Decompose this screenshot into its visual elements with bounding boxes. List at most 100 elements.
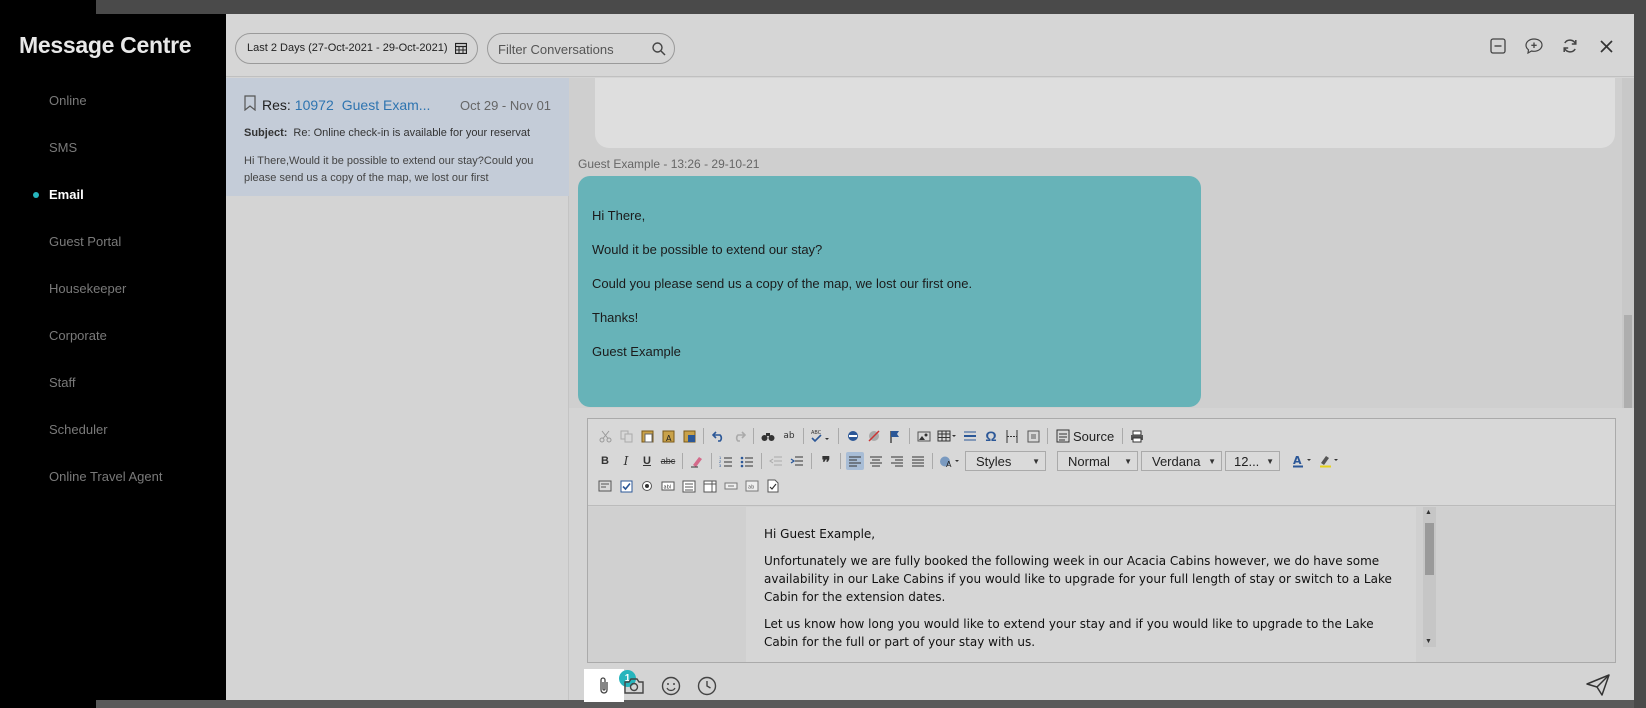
paste-text-icon[interactable]: A (659, 427, 677, 445)
svg-text:abl: abl (664, 485, 672, 491)
table-icon[interactable] (936, 427, 958, 445)
radio-icon[interactable] (638, 477, 656, 495)
scroll-up-icon[interactable]: ▲ (1425, 509, 1432, 516)
copy-icon[interactable] (617, 427, 635, 445)
refresh-icon[interactable] (1560, 36, 1580, 56)
button-field-icon[interactable] (722, 477, 740, 495)
reply-composer: A ab ABC Ω Source B I U abc 1 2 3 ❞ A St… (569, 408, 1634, 702)
italic-icon[interactable]: I (617, 452, 635, 470)
checkbox-icon[interactable] (617, 477, 635, 495)
format-dropdown[interactable]: Normal ▼ (1057, 451, 1138, 471)
horizontal-rule-icon[interactable] (961, 427, 979, 445)
conversation-item[interactable]: Res: 10972 Guest Exam... Oct 29 - Nov 01 S… (226, 78, 569, 196)
select-field-icon[interactable] (701, 477, 719, 495)
scrollbar-thumb[interactable] (1624, 315, 1632, 408)
unlink-icon[interactable] (865, 427, 883, 445)
search-input[interactable] (498, 40, 648, 58)
spellcheck-icon[interactable]: ABC (809, 427, 833, 445)
sidebar-item-online[interactable]: Online (0, 86, 226, 133)
underline-icon[interactable]: U (638, 452, 656, 470)
font-size-dropdown[interactable]: 12... ▼ (1225, 451, 1280, 471)
sidebar-item-sms[interactable]: SMS (0, 133, 226, 180)
sidebar-item-housekeeper[interactable]: Housekeeper (0, 274, 226, 321)
schedule-clock-icon[interactable] (696, 675, 718, 697)
sidebar-item-label: Housekeeper (49, 281, 127, 296)
toolbar-separator (838, 428, 839, 444)
send-icon[interactable] (1586, 674, 1610, 699)
message-sender-line: Guest Example - 13:26 - 29-10-21 (578, 157, 760, 171)
strikethrough-icon[interactable]: abc (659, 452, 677, 470)
reply-body[interactable]: Hi Guest Example, Unfortunately we are f… (746, 507, 1416, 662)
source-button[interactable]: Source (1053, 429, 1117, 444)
minimize-icon[interactable] (1488, 36, 1508, 56)
format-value: Normal (1068, 453, 1110, 469)
align-right-icon[interactable] (888, 452, 906, 470)
special-char-icon[interactable]: Ω (982, 427, 1000, 445)
image-button-icon[interactable]: ab (743, 477, 761, 495)
sidebar-item-label: Scheduler (49, 422, 108, 437)
replace-icon[interactable]: ab (780, 427, 798, 445)
styles-dropdown[interactable]: Styles ▼ (965, 451, 1046, 471)
page-break-icon[interactable] (1003, 427, 1021, 445)
sidebar-item-guest-portal[interactable]: Guest Portal (0, 227, 226, 274)
align-left-icon[interactable] (846, 452, 864, 470)
close-icon[interactable] (1596, 36, 1616, 56)
textarea-icon[interactable] (680, 477, 698, 495)
form-icon[interactable] (596, 477, 614, 495)
align-center-icon[interactable] (867, 452, 885, 470)
date-range-label: Last 2 Days (27-Oct-2021 - 29-Oct-2021) (247, 42, 448, 54)
sidebar-item-online-travel-agent[interactable]: Online Travel Agent (0, 462, 226, 509)
paste-icon[interactable] (638, 427, 656, 445)
scroll-down-icon[interactable]: ▼ (1425, 638, 1432, 645)
composer-actions: 1 (569, 664, 1634, 702)
sidebar-item-email[interactable]: Email (0, 180, 226, 227)
message-line: Guest Example (592, 344, 681, 359)
sidebar-item-corporate[interactable]: Corporate (0, 321, 226, 368)
find-icon[interactable] (759, 427, 777, 445)
redo-icon[interactable] (730, 427, 748, 445)
outdent-icon[interactable] (767, 452, 785, 470)
print-icon[interactable] (1128, 427, 1146, 445)
scrollbar-thumb[interactable] (1425, 523, 1434, 575)
language-icon[interactable]: A (938, 452, 962, 470)
toolbar-separator (753, 428, 754, 444)
link-icon[interactable] (844, 427, 862, 445)
reservation-number-link[interactable]: 10972 (295, 97, 334, 113)
thread-scrollbar[interactable] (1622, 78, 1634, 408)
sidebar-item-staff[interactable]: Staff (0, 368, 226, 415)
image-icon[interactable] (915, 427, 933, 445)
camera-icon[interactable] (623, 675, 645, 697)
attach-button[interactable]: 1 (584, 669, 636, 702)
sidebar-item-scheduler[interactable]: Scheduler (0, 415, 226, 462)
align-justify-icon[interactable] (909, 452, 927, 470)
bookmark-icon[interactable] (244, 95, 256, 111)
font-dropdown[interactable]: Verdana ▼ (1141, 451, 1222, 471)
paste-word-icon[interactable] (680, 427, 698, 445)
editor-scrollbar[interactable]: ▲ ▼ (1423, 507, 1436, 647)
sidebar-item-label: Online Travel Agent (49, 469, 163, 484)
undo-icon[interactable] (709, 427, 727, 445)
text-color-icon[interactable]: A (1291, 452, 1315, 470)
search-icon[interactable] (652, 42, 666, 56)
bullet-list-icon[interactable] (738, 452, 756, 470)
bold-icon[interactable]: B (596, 452, 614, 470)
hidden-field-icon[interactable] (764, 477, 782, 495)
cut-icon[interactable] (596, 427, 614, 445)
stay-dates: Oct 29 - Nov 01 (460, 98, 552, 113)
new-message-icon[interactable] (1524, 36, 1544, 56)
date-range-filter[interactable]: Last 2 Days (27-Oct-2021 - 29-Oct-2021) (235, 33, 478, 64)
guest-name-link[interactable]: Guest Exam... (342, 97, 431, 113)
conversation-preview: Hi There,Would it be possible to extend … (244, 155, 534, 184)
anchor-icon[interactable] (886, 427, 904, 445)
blockquote-icon[interactable]: ❞ (817, 452, 835, 471)
text-field-icon[interactable]: abl (659, 477, 677, 495)
iframe-icon[interactable] (1024, 427, 1042, 445)
emoji-icon[interactable] (660, 675, 682, 697)
remove-format-icon[interactable] (688, 452, 706, 470)
indent-icon[interactable] (788, 452, 806, 470)
reservation-prefix: Res: (262, 97, 291, 113)
reply-paragraph: Hi Guest Example, (764, 527, 876, 541)
highlight-color-icon[interactable] (1318, 452, 1342, 470)
numbered-list-icon[interactable]: 123 (717, 452, 735, 470)
